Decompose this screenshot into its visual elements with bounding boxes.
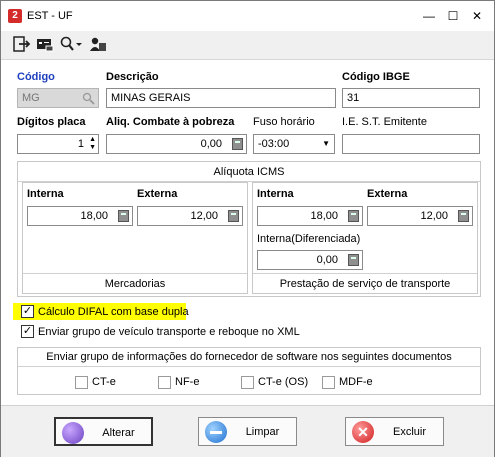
delete-x-icon: ✕ [352,421,374,443]
merc-interna-label: Interna [27,188,64,200]
icms-group: Alíquota ICMS Interna Externa 18,00 12,0… [17,161,481,297]
close-button[interactable]: ✕ [469,9,485,23]
transp-interna-input[interactable]: 18,00 [257,206,363,226]
transp-diferenciada-label: Interna(Diferenciada) [257,233,361,245]
transp-diferenciada-input[interactable]: 0,00 [257,250,363,270]
minus-icon [205,421,227,443]
mercadorias-panel: Interna Externa 18,00 12,00 Mercadorias [22,182,248,294]
title-bar: 2 EST - UF — ☐ ✕ [1,1,494,31]
fornecedor-title: Enviar grupo de informações do fornecedo… [46,351,452,363]
chevron-down-icon[interactable]: ▼ [322,135,330,153]
ibge-input[interactable]: 31 [342,88,480,108]
exit-icon[interactable] [13,36,31,52]
transporte-panel: Interna Externa 18,00 12,00 Interna(Dife… [252,182,478,294]
maximize-button[interactable]: ☐ [445,9,461,23]
aliq-pobreza-value: 0,00 [200,138,222,150]
mdfe-checkbox[interactable] [322,376,335,389]
excluir-label: Excluir [392,426,426,438]
fornecedor-group: Enviar grupo de informações do fornecedo… [17,347,481,395]
cte-label: CT-e [92,376,116,388]
stepper-arrows-icon[interactable]: ▲ ▼ [89,136,96,152]
merc-interna-value: 18,00 [80,210,108,222]
iest-label: I.E. S.T. Emitente [342,116,427,128]
window-title: EST - UF [27,10,73,22]
mercadorias-caption: Mercadorias [104,278,166,290]
transp-externa-input[interactable]: 12,00 [367,206,473,226]
difal-label: Cálculo DIFAL com base dupla [38,306,189,318]
calculator-icon[interactable] [232,138,243,150]
digitos-label: Dígitos placa [17,116,86,128]
iest-input[interactable] [342,134,480,154]
descricao-input[interactable]: MINAS GERAIS [106,88,336,108]
dialog-window: 2 EST - UF — ☐ ✕ Código Descrição Código… [0,0,495,457]
card-icon[interactable] [36,36,54,52]
transp-diferenciada-value: 0,00 [316,254,338,266]
fuso-select[interactable]: -03:00 ▼ [253,134,335,154]
fuso-label: Fuso horário [253,116,315,128]
digitos-stepper[interactable]: 1 ▲ ▼ [17,134,99,154]
calculator-icon[interactable] [118,210,129,222]
search-icon[interactable] [59,36,83,52]
codigo-value: MG [22,92,40,104]
search-icon[interactable] [82,92,95,105]
aliq-pobreza-input[interactable]: 0,00 [106,134,247,154]
icms-title: Alíquota ICMS [213,166,285,178]
cte-os-label: CT-e (OS) [258,376,309,388]
merc-externa-label: Externa [137,188,178,200]
merc-interna-input[interactable]: 18,00 [27,206,133,226]
nfe-checkbox[interactable] [158,376,171,389]
veiculo-checkbox[interactable]: ✓ [21,325,34,338]
transp-externa-label: Externa [367,188,408,200]
ibge-label: Código IBGE [342,71,410,83]
calculator-icon[interactable] [228,210,239,222]
calculator-icon[interactable] [348,210,359,222]
cte-os-checkbox[interactable] [241,376,254,389]
button-bar: Alterar Limpar ✕ Excluir [1,405,494,457]
nfe-label: NF-e [175,376,200,388]
cte-checkbox[interactable] [75,376,88,389]
minimize-button[interactable]: — [421,9,437,23]
excluir-button[interactable]: ✕ Excluir [345,417,444,446]
descricao-label: Descrição [106,71,159,83]
veiculo-label: Enviar grupo de veículo transporte e reb… [38,326,300,338]
difal-checkbox[interactable]: ✓ [21,305,34,318]
transp-interna-value: 18,00 [310,210,338,222]
app-logo-icon: 2 [8,9,22,23]
calculator-icon[interactable] [348,254,359,266]
limpar-label: Limpar [245,426,280,438]
transporte-caption: Prestação de serviço de transporte [279,278,451,290]
merc-externa-value: 12,00 [190,210,218,222]
alterar-label: Alterar [102,427,135,439]
limpar-button[interactable]: Limpar [198,417,297,446]
users-icon[interactable] [89,36,107,52]
calculator-icon[interactable] [458,210,469,222]
fuso-value: -03:00 [258,138,290,150]
mdfe-label: MDF-e [339,376,373,388]
aliq-pobreza-label: Aliq. Combate à pobreza [106,116,235,128]
pencil-icon [62,422,84,444]
codigo-label: Código [17,71,55,83]
codigo-field[interactable]: MG [17,88,99,108]
transp-externa-value: 12,00 [420,210,448,222]
merc-externa-input[interactable]: 12,00 [137,206,243,226]
alterar-button[interactable]: Alterar [54,417,153,446]
form-content: Código Descrição Código IBGE MG MINAS GE… [1,59,494,406]
transp-interna-label: Interna [257,188,294,200]
toolbar [1,31,494,59]
digitos-value: 1 [77,138,84,150]
